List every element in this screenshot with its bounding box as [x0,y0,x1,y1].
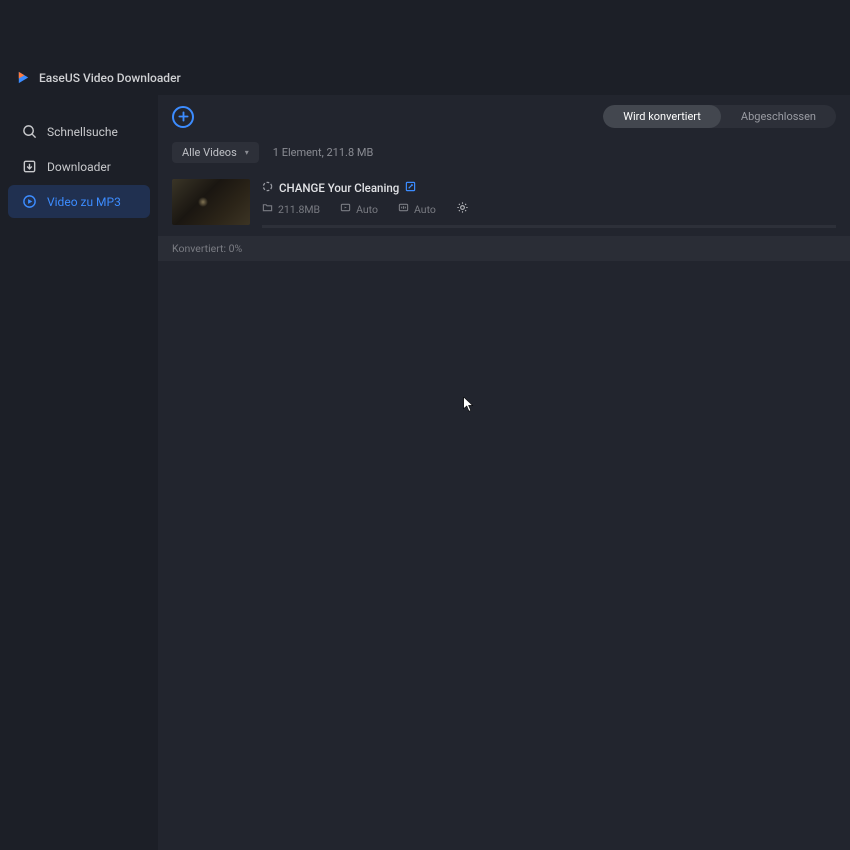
filter-dropdown[interactable]: Alle Videos ▾ [172,142,259,163]
sidebar-item-label: Downloader [47,160,111,174]
app-logo-icon [16,70,31,85]
status-tabs: Wird konvertiert Abgeschlossen [603,105,836,128]
item-title-row: CHANGE Your Cleaning [262,181,836,195]
audio-icon [398,202,409,216]
status-spinner-icon [262,181,273,195]
sidebar-item-label: Video zu MP3 [47,195,121,209]
sidebar-item-label: Schnellsuche [47,125,118,139]
app-title: EaseUS Video Downloader [16,70,181,85]
conversion-item: CHANGE Your Cleaning 211.8MB [158,173,850,261]
title-bar: EaseUS Video Downloader [0,0,850,95]
tab-completed[interactable]: Abgeschlossen [721,105,836,128]
sidebar: Schnellsuche Downloader Video zu MP3 [0,95,158,850]
meta-size: 211.8MB [262,202,320,216]
main-content: Wird konvertiert Abgeschlossen Alle Vide… [158,95,850,850]
filter-row: Alle Videos ▾ 1 Element, 211.8 MB [158,138,850,173]
item-meta-row: 211.8MB Auto Auto [262,201,836,217]
meta-audio-quality: Auto [398,202,436,216]
meta-video-value: Auto [356,203,378,216]
item-title: CHANGE Your Cleaning [279,181,399,195]
meta-audio-value: Auto [414,203,436,216]
play-circle-icon [22,194,37,209]
sidebar-item-quicksearch[interactable]: Schnellsuche [8,115,150,148]
video-thumbnail[interactable] [172,179,250,225]
tab-converting[interactable]: Wird konvertiert [603,105,721,128]
item-count-text: 1 Element, 211.8 MB [273,146,374,159]
meta-video-quality: Auto [340,202,378,216]
item-status: Konvertiert: 0% [158,236,850,261]
app-title-text: EaseUS Video Downloader [39,71,181,85]
search-icon [22,124,37,139]
folder-icon [262,202,273,216]
add-button[interactable] [172,106,194,128]
progress-bar [262,225,836,228]
edit-icon[interactable] [405,181,416,195]
toolbar: Wird konvertiert Abgeschlossen [158,95,850,138]
video-icon [340,202,351,216]
settings-icon[interactable] [456,201,469,217]
download-icon [22,159,37,174]
sidebar-item-downloader[interactable]: Downloader [8,150,150,183]
sidebar-item-video-to-mp3[interactable]: Video zu MP3 [8,185,150,218]
chevron-down-icon: ▾ [245,148,249,157]
meta-size-value: 211.8MB [278,203,320,216]
filter-label: Alle Videos [182,146,237,159]
